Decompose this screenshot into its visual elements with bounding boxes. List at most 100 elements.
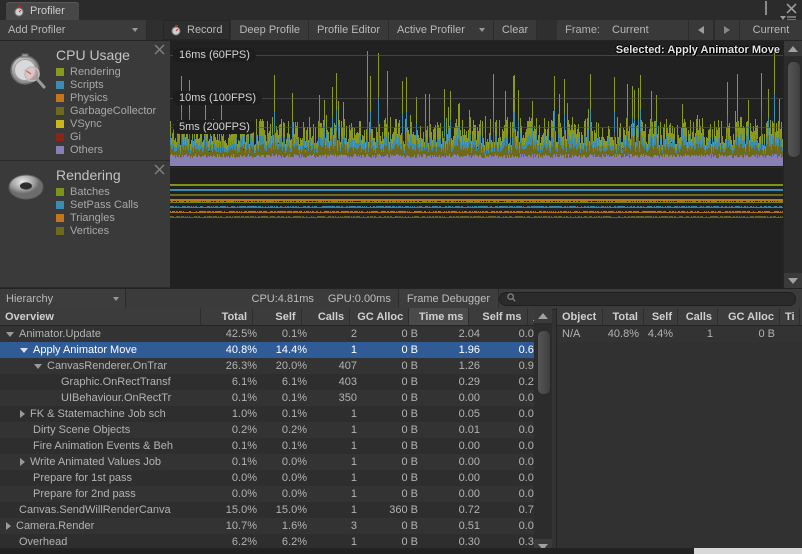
chart-bar-segment	[748, 99, 749, 125]
legend-item-gi[interactable]: Gi	[56, 130, 166, 143]
close-icon[interactable]	[785, 2, 798, 15]
chart-bar-segment	[710, 123, 711, 138]
color-swatch	[56, 213, 64, 222]
chart-bar-segment	[378, 98, 379, 125]
chart-bar-segment	[292, 92, 293, 122]
legend-label: Batches	[70, 185, 110, 198]
profile-editor-label: Profile Editor	[317, 24, 380, 36]
chart-bar-segment	[406, 77, 407, 112]
legend-label: GarbageCollector	[70, 104, 157, 117]
chart-bar-segment	[634, 89, 635, 119]
torus-mesh-icon	[6, 171, 50, 213]
color-swatch	[56, 200, 64, 209]
chart-bar-segment	[614, 112, 615, 133]
chart-bar-segment	[444, 89, 445, 119]
rendering-chart[interactable]	[170, 167, 784, 288]
close-icon[interactable]	[154, 44, 165, 55]
legend-item-scripts[interactable]: Scripts	[56, 78, 166, 91]
chart-bar-segment	[485, 116, 486, 133]
chart-bar-segment	[493, 110, 494, 132]
chart-bar-segment	[274, 110, 275, 132]
axis-label-5ms: 5ms (200FPS)	[173, 120, 256, 134]
cpu-legend: Rendering Scripts Physics GarbageCollect…	[56, 65, 166, 156]
chart-bar-segment	[319, 95, 320, 122]
chart-bar-segment	[596, 121, 597, 138]
chart-bar-segment	[307, 126, 308, 140]
chevron-down-icon	[478, 28, 485, 32]
legend-item-batches[interactable]: Batches	[56, 185, 166, 198]
color-swatch	[56, 145, 64, 154]
chart-bar-segment	[336, 72, 337, 110]
legend-item-others[interactable]: Others	[56, 143, 166, 156]
profile-editor-button[interactable]: Profile Editor	[309, 20, 389, 40]
chart-bar-segment	[507, 117, 508, 134]
chart-bar-segment	[470, 117, 471, 135]
color-swatch	[56, 67, 64, 76]
legend-label: Rendering	[70, 65, 121, 78]
module-cpu-usage[interactable]: CPU Usage Rendering Scripts Physics Garb…	[0, 41, 170, 161]
chart-bar-segment	[450, 120, 451, 138]
chart-bar-segment	[554, 75, 555, 111]
legend-label: SetPass Calls	[70, 198, 139, 211]
color-swatch	[56, 106, 64, 115]
chart-bar-segment	[737, 74, 738, 111]
chart-bar-segment	[762, 133, 763, 144]
record-button[interactable]: Record	[163, 20, 232, 40]
chart-bar-segment	[272, 116, 273, 134]
color-swatch	[56, 132, 64, 141]
prev-frame-button[interactable]	[688, 20, 714, 40]
color-swatch	[56, 226, 64, 235]
chart-bar-segment	[617, 117, 618, 134]
chart-bar-segment	[440, 123, 441, 139]
add-profiler-dropdown[interactable]: Add Profiler	[0, 20, 147, 40]
active-profiler-dropdown[interactable]: Active Profiler	[389, 20, 494, 40]
cpu-usage-chart[interactable]: 16ms (60FPS) 10ms (100FPS) 5ms (200FPS) …	[170, 41, 784, 166]
next-frame-button[interactable]	[714, 20, 740, 40]
current-frame-button[interactable]: Current	[740, 20, 802, 40]
toolbar-gap	[147, 20, 163, 40]
frame-value-text: Current	[612, 24, 649, 36]
chart-bar-segment	[693, 122, 694, 138]
current-frame-label: Current	[752, 24, 790, 36]
chart-bar-segment	[482, 121, 483, 138]
legend-label: Others	[70, 143, 104, 156]
chart-bar-segment	[768, 89, 769, 118]
chart-bar-segment	[674, 127, 675, 141]
legend-item-triangles[interactable]: Triangles	[56, 211, 166, 224]
rendering-legend: Batches SetPass Calls Triangles Vertices	[56, 185, 166, 237]
tab-profiler[interactable]: Profiler	[6, 2, 79, 20]
close-icon[interactable]	[154, 164, 165, 175]
module-rendering[interactable]: Rendering Batches SetPass Calls Triangle…	[0, 161, 170, 288]
legend-label: Gi	[70, 130, 81, 143]
minimize-icon[interactable]	[765, 1, 778, 15]
module-title: CPU Usage	[56, 47, 130, 63]
chart-bar-segment	[536, 117, 537, 134]
graph-area[interactable]: 16ms (60FPS) 10ms (100FPS) 5ms (200FPS) …	[170, 41, 802, 288]
deep-profile-button[interactable]: Deep Profile	[231, 20, 310, 40]
chart-bar-segment	[779, 98, 780, 124]
legend-item-rendering[interactable]: Rendering	[56, 65, 166, 78]
chart-bar-segment	[315, 126, 316, 141]
legend-item-physics[interactable]: Physics	[56, 91, 166, 104]
profiler-window: Profiler Add Profiler Record Deep Profil…	[0, 0, 802, 554]
chart-bar-segment	[661, 135, 662, 145]
chart-bar-segment	[427, 126, 428, 140]
chart-bar-segment	[532, 101, 533, 125]
color-swatch	[56, 80, 64, 89]
gridline-10ms	[170, 98, 784, 99]
chart-bar-segment	[518, 89, 519, 120]
chart-bar-segment	[510, 121, 511, 138]
active-profiler-label: Active Profiler	[397, 24, 465, 36]
clear-button[interactable]: Clear	[494, 20, 538, 40]
legend-item-setpass-calls[interactable]: SetPass Calls	[56, 198, 166, 211]
chart-bar-segment	[781, 121, 782, 138]
chart-bar-segment	[686, 128, 687, 141]
add-profiler-label: Add Profiler	[8, 24, 66, 36]
legend-item-vsync[interactable]: VSync	[56, 117, 166, 130]
legend-item-garbagecollector[interactable]: GarbageCollector	[56, 104, 166, 117]
chart-bar-segment	[284, 123, 285, 139]
chart-bar-segment	[416, 97, 417, 124]
legend-item-vertices[interactable]: Vertices	[56, 224, 166, 237]
chart-bar-segment	[564, 78, 565, 114]
module-title: Rendering	[56, 167, 121, 183]
